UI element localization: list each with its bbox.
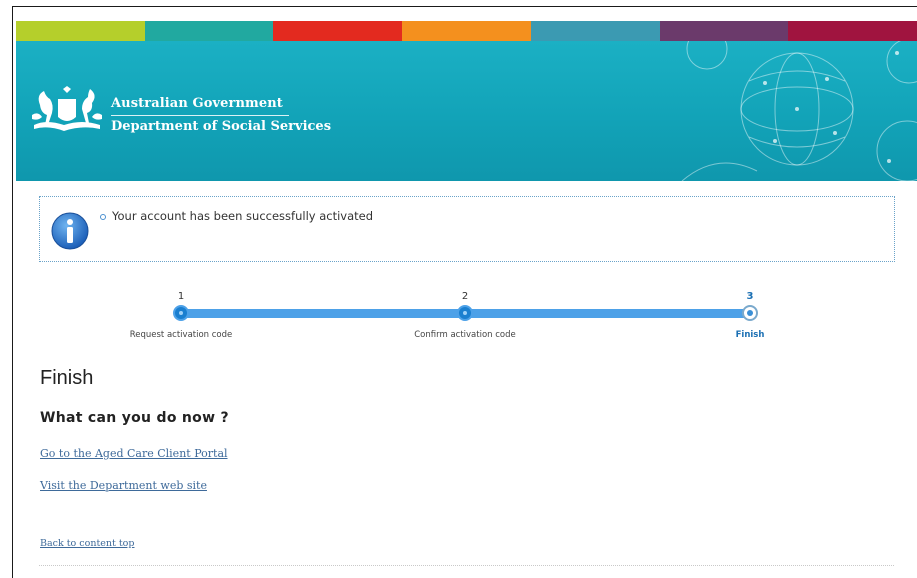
aged-care-portal-link[interactable]: Go to the Aged Care Client Portal: [40, 447, 228, 460]
step-3-number: 3: [746, 291, 754, 302]
coat-of-arms-icon: [32, 86, 102, 131]
step-3-dot: [742, 305, 758, 321]
department-website-link[interactable]: Visit the Department web site: [40, 479, 207, 492]
header-banner: Australian Government Department of Soci…: [16, 41, 917, 181]
back-to-top-link[interactable]: Back to content top: [40, 538, 134, 549]
alert-bullet-icon: [100, 214, 106, 220]
footer-divider: [39, 565, 894, 566]
color-stripe-4: [402, 21, 531, 41]
wordmark-divider: [111, 115, 289, 116]
page-frame: Australian Government Department of Soci…: [12, 6, 917, 578]
color-stripe-6: [659, 21, 789, 41]
color-stripe-5: [530, 21, 660, 41]
section-heading: What can you do now ?: [40, 410, 229, 426]
progress-stepper: 1 Request activation code 2 Confirm acti…: [13, 287, 917, 347]
gov-line-department: Department of Social Services: [111, 119, 332, 134]
step-2-number: 2: [461, 291, 469, 302]
step-1-number: 1: [177, 291, 185, 302]
success-alert: Your account has been successfully activ…: [39, 196, 895, 262]
info-icon: [51, 212, 89, 250]
color-stripe-7: [788, 21, 917, 41]
color-stripe-3: [273, 21, 403, 41]
step-2-label: Confirm activation code: [414, 330, 516, 340]
gov-line-australian-government: Australian Government: [111, 96, 283, 111]
step-2-dot: [457, 305, 473, 321]
government-wordmark: Australian Government Department of Soci…: [111, 96, 331, 134]
globe-pattern-icon: [681, 41, 917, 181]
step-3-label: Finish: [735, 330, 765, 340]
step-1-label: Request activation code: [129, 330, 233, 340]
color-stripe-1: [16, 21, 145, 41]
alert-message: Your account has been successfully activ…: [112, 209, 374, 223]
step-1-dot: [173, 305, 189, 321]
color-stripe-bar: [16, 21, 917, 41]
page-title: Finish: [40, 367, 94, 389]
color-stripe-2: [144, 21, 274, 41]
